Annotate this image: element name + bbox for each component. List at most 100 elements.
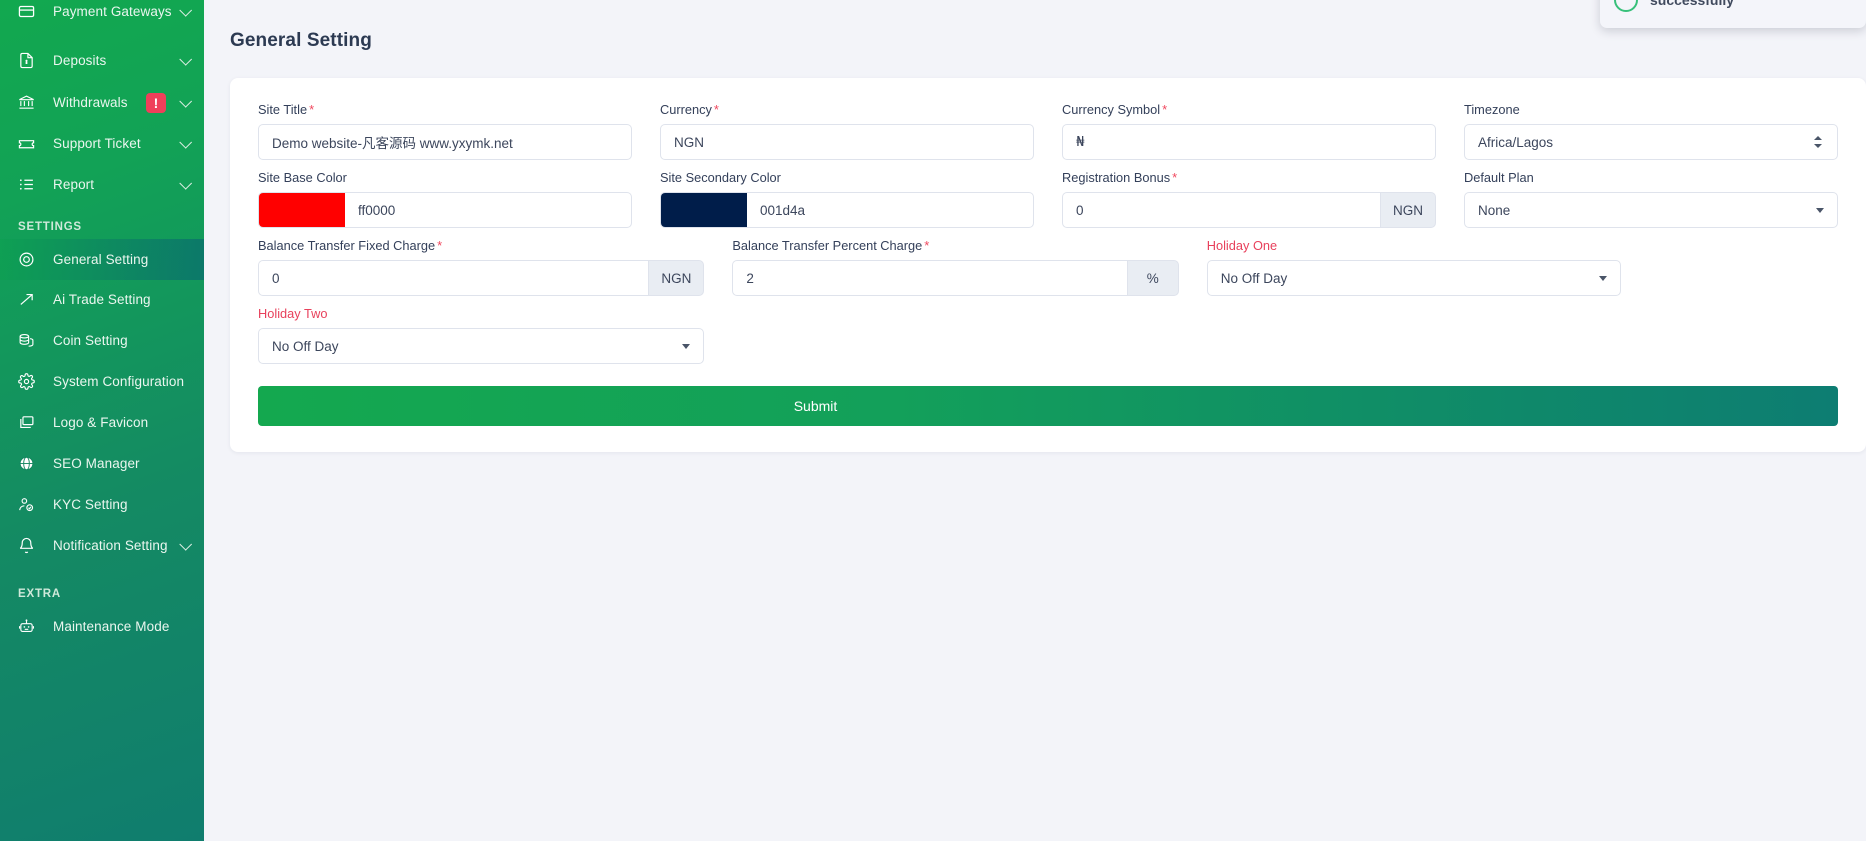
toast-notification[interactable]: successfully <box>1600 0 1866 28</box>
submit-button[interactable]: Submit <box>258 386 1838 426</box>
submit-row: Submit <box>244 386 1852 426</box>
currency-input[interactable]: NGN <box>660 124 1034 160</box>
holiday-two-select[interactable]: No Off Day <box>258 328 704 364</box>
holiday-two-label: Holiday Two <box>258 306 704 321</box>
sidebar-item-report[interactable]: Report <box>0 164 204 205</box>
sidebar-item-label: Logo & Favicon <box>53 415 148 430</box>
chevron-down-icon[interactable] <box>179 52 192 65</box>
balance-transfer-fixed-group: 0 NGN <box>258 260 704 296</box>
registration-bonus-addon: NGN <box>1380 192 1436 228</box>
chevron-down-icon[interactable] <box>179 94 192 107</box>
required-mark: * <box>1162 102 1167 117</box>
sidebar-item-kyc-setting[interactable]: KYC Setting <box>0 484 204 525</box>
chevron-down-icon[interactable] <box>179 3 192 16</box>
currency-symbol-label: Currency Symbol* <box>1062 102 1436 117</box>
bell-icon <box>18 537 44 554</box>
field-timezone: Timezone Africa/Lagos <box>1450 102 1852 160</box>
submit-button-label: Submit <box>794 398 838 414</box>
sidebar-item-coin-setting[interactable]: Coin Setting <box>0 320 204 361</box>
field-holiday-two: Holiday Two No Off Day <box>244 306 718 364</box>
sidebar-item-label: Support Ticket <box>53 136 141 151</box>
sidebar-item-support-ticket[interactable]: Support Ticket <box>0 123 204 164</box>
bank-icon <box>18 94 44 111</box>
currency-symbol-input[interactable]: ₦ <box>1062 124 1436 160</box>
required-mark: * <box>1172 170 1177 185</box>
sidebar-item-notification-setting[interactable]: Notification Setting <box>0 525 204 566</box>
sidebar-item-label: KYC Setting <box>53 497 128 512</box>
sidebar-item-seo-manager[interactable]: SEO Manager <box>0 443 204 484</box>
site-secondary-color-input[interactable]: 001d4a <box>660 192 1034 228</box>
holiday-one-select[interactable]: No Off Day <box>1207 260 1621 296</box>
balance-transfer-percent-addon: % <box>1127 260 1179 296</box>
currency-value: NGN <box>661 135 1033 150</box>
form-row-2: Site Base Color ff0000 Site Secondary Co… <box>244 160 1852 228</box>
required-mark: * <box>924 238 929 253</box>
default-plan-value: None <box>1478 203 1810 218</box>
sidebar-item-general-setting[interactable]: General Setting <box>0 239 204 280</box>
field-currency-symbol: Currency Symbol* ₦ <box>1048 102 1450 160</box>
field-site-secondary-color: Site Secondary Color 001d4a <box>646 170 1048 228</box>
registration-bonus-value: 0 <box>1063 203 1380 218</box>
form-row-4: Holiday Two No Off Day <box>244 296 1852 364</box>
currency-symbol-value: ₦ <box>1063 134 1435 150</box>
sidebar-item-deposits[interactable]: Deposits <box>0 40 204 81</box>
chevron-updown-icon <box>1814 135 1824 149</box>
chevron-down-icon <box>682 344 690 349</box>
sidebar-item-maintenance-mode[interactable]: Maintenance Mode <box>0 606 204 647</box>
sidebar-item-logo-favicon[interactable]: Logo & Favicon <box>0 402 204 443</box>
chevron-down-icon[interactable] <box>179 537 192 550</box>
site-secondary-color-swatch[interactable] <box>661 193 747 227</box>
form-row-1: Site Title* Demo website-凡客源码 www.yxymk.… <box>244 92 1852 160</box>
sidebar-item-label: Payment Gateways <box>53 4 172 19</box>
default-plan-select[interactable]: None <box>1464 192 1838 228</box>
status-badge: ! <box>146 93 166 113</box>
sidebar-item-withdrawals[interactable]: Withdrawals ! <box>0 82 204 123</box>
form-row-3: Balance Transfer Fixed Charge* 0 NGN Bal… <box>244 228 1852 296</box>
site-title-label: Site Title* <box>258 102 632 117</box>
registration-bonus-input[interactable]: 0 <box>1062 192 1380 228</box>
credit-card-icon <box>18 3 44 20</box>
field-default-plan: Default Plan None <box>1450 170 1852 228</box>
gear-icon <box>18 373 44 390</box>
required-mark: * <box>437 238 442 253</box>
timezone-select[interactable]: Africa/Lagos <box>1464 124 1838 160</box>
sidebar-item-label: SEO Manager <box>53 456 140 471</box>
balance-transfer-percent-group: 2 % <box>732 260 1178 296</box>
chevron-down-icon <box>1599 276 1607 281</box>
sidebar-item-payment-gateways[interactable]: Payment Gateways <box>0 0 204 32</box>
deposit-file-icon <box>18 52 44 69</box>
balance-transfer-fixed-input[interactable]: 0 <box>258 260 648 296</box>
sidebar-item-label: Deposits <box>53 53 106 68</box>
sidebar-item-label: Coin Setting <box>53 333 128 348</box>
images-icon <box>18 414 44 431</box>
site-base-color-input[interactable]: ff0000 <box>258 192 632 228</box>
coins-icon <box>18 332 44 349</box>
balance-transfer-percent-value: 2 <box>733 271 1126 286</box>
default-plan-label: Default Plan <box>1464 170 1838 185</box>
sidebar-item-label: Notification Setting <box>53 538 168 553</box>
sidebar-item-system-configuration[interactable]: System Configuration <box>0 361 204 402</box>
robot-icon <box>18 618 44 635</box>
site-base-color-swatch[interactable] <box>259 193 345 227</box>
balance-transfer-fixed-value: 0 <box>259 271 648 286</box>
currency-label: Currency* <box>660 102 1034 117</box>
field-balance-transfer-percent-charge: Balance Transfer Percent Charge* 2 % <box>718 238 1192 296</box>
sidebar-section-extra: EXTRA <box>0 566 204 606</box>
balance-transfer-percent-label: Balance Transfer Percent Charge* <box>732 238 1178 253</box>
holiday-one-value: No Off Day <box>1221 271 1593 286</box>
chevron-down-icon[interactable] <box>179 176 192 189</box>
field-registration-bonus: Registration Bonus* 0 NGN <box>1048 170 1450 228</box>
main-content: General Setting successfully Site Title*… <box>204 0 1866 841</box>
chevron-down-icon[interactable] <box>179 135 192 148</box>
sidebar-item-ai-trade-setting[interactable]: Ai Trade Setting <box>0 279 204 320</box>
balance-transfer-percent-input[interactable]: 2 <box>732 260 1126 296</box>
registration-bonus-label: Registration Bonus* <box>1062 170 1436 185</box>
required-mark: * <box>309 102 314 117</box>
balance-transfer-fixed-addon: NGN <box>648 260 704 296</box>
toast-message: successfully <box>1650 0 1734 8</box>
sidebar-item-label: General Setting <box>53 252 148 267</box>
field-holiday-one: Holiday One No Off Day <box>1193 238 1635 296</box>
site-title-input[interactable]: Demo website-凡客源码 www.yxymk.net <box>258 124 632 160</box>
timezone-value: Africa/Lagos <box>1478 135 1808 150</box>
site-base-color-value: ff0000 <box>345 193 631 227</box>
